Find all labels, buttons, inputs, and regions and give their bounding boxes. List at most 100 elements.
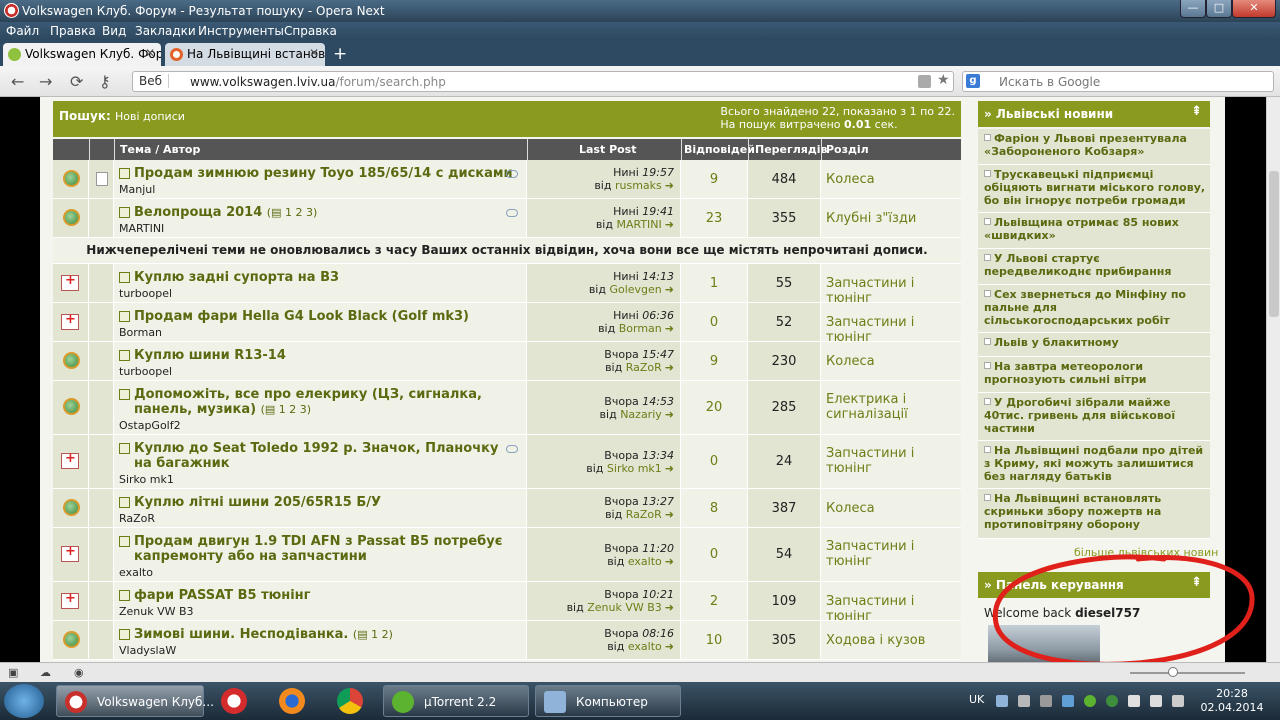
news-link[interactable]: На Львівщині встановлять скриньки збору …: [984, 492, 1161, 531]
last-poster-link[interactable]: rusmaks: [615, 179, 662, 192]
new-tab-button[interactable]: +: [333, 44, 347, 64]
col-views[interactable]: Переглядів: [755, 143, 827, 156]
url-text[interactable]: www.volkswagen.lviv.ua/forum/search.php: [190, 75, 446, 89]
menu-view[interactable]: Вид: [102, 24, 126, 38]
minimize-button[interactable]: —: [1180, 0, 1206, 18]
last-poster-link[interactable]: Zenuk VW B3: [587, 601, 662, 614]
topic-title-link[interactable]: Продам зимнюю резину Toyo 185/65/14 с ди…: [134, 166, 513, 181]
more-news-link[interactable]: більше львівських новин: [1074, 546, 1218, 559]
tab-volkswagen-forum[interactable]: Volkswagen Клуб. Фору... ✕: [3, 43, 161, 66]
topic-author[interactable]: Borman: [119, 326, 162, 339]
goto-last-post-icon[interactable]: ➜: [665, 283, 674, 296]
news-item[interactable]: Фаріон у Львові презентувала «Заборонено…: [978, 129, 1210, 165]
speed-dial-icon[interactable]: ◉: [74, 666, 84, 679]
topic-author[interactable]: Manjul: [119, 183, 155, 196]
goto-last-post-icon[interactable]: ➜: [665, 218, 674, 231]
topic-title-link[interactable]: Куплю до Seat Toledo 1992 р. Значок, Пла…: [134, 441, 498, 471]
section-link[interactable]: Запчастини і тюнінг: [826, 276, 957, 306]
tray-icon[interactable]: [1040, 695, 1052, 707]
network-icon[interactable]: [1172, 695, 1184, 707]
section-link[interactable]: Колеса: [826, 172, 957, 187]
close-tab-icon[interactable]: ✕: [309, 46, 319, 60]
menu-help[interactable]: Справка: [284, 24, 337, 38]
news-link[interactable]: Трускавецькі підприємці обіцяють вигнати…: [984, 168, 1205, 207]
zoom-slider[interactable]: [1130, 672, 1245, 674]
topic-title-link[interactable]: Продам фари Hella G4 Look Black (Golf mk…: [134, 309, 469, 324]
news-item[interactable]: Сех звернеться до Мінфіну по пальне для …: [978, 285, 1210, 333]
back-arrow-icon[interactable]: ←: [11, 72, 24, 91]
reply-count[interactable]: 9: [681, 172, 747, 187]
rss-icon[interactable]: [918, 75, 931, 88]
reply-count[interactable]: 0: [681, 454, 747, 469]
last-poster-link[interactable]: Nazariy: [620, 408, 662, 421]
goto-last-post-icon[interactable]: ➜: [665, 601, 674, 614]
goto-last-post-icon[interactable]: ➜: [665, 179, 674, 192]
news-item[interactable]: У Дрогобичі зібрали майже 40тис. гривень…: [978, 393, 1210, 441]
tray-icon[interactable]: [1062, 695, 1074, 707]
zoom-slider-thumb[interactable]: [1168, 667, 1178, 677]
topic-author[interactable]: turboopel: [119, 365, 172, 378]
username[interactable]: diesel757: [1075, 606, 1140, 620]
reply-count[interactable]: 10: [681, 633, 747, 648]
taskbar-item-utorrent[interactable]: µTorrent 2.2: [383, 685, 529, 717]
utorrent-tray-icon[interactable]: [1084, 695, 1096, 707]
reply-count[interactable]: 2: [681, 594, 747, 609]
news-link[interactable]: Фаріон у Львові презентувала «Заборонено…: [984, 132, 1187, 158]
menu-file[interactable]: Файл: [6, 24, 39, 38]
news-link[interactable]: У Дрогобичі зібрали майже 40тис. гривень…: [984, 396, 1175, 435]
forward-arrow-icon[interactable]: →: [39, 72, 52, 91]
cloud-icon[interactable]: ☁: [40, 666, 51, 679]
reply-count[interactable]: 1: [681, 276, 747, 291]
news-link[interactable]: Сех звернеться до Мінфіну по пальне для …: [984, 288, 1186, 327]
news-item[interactable]: У Львові стартує передвеликоднє прибиран…: [978, 249, 1210, 285]
taskbar-item-computer[interactable]: Компьютер: [535, 685, 681, 717]
topic-author[interactable]: OstapGolf2: [119, 419, 181, 432]
topic-author[interactable]: exalto: [119, 566, 153, 579]
address-field[interactable]: Веб www.volkswagen.lviv.ua/forum/search.…: [132, 71, 954, 92]
collapse-toggle-icon[interactable]: ⇞: [1191, 104, 1202, 119]
section-link[interactable]: Ходова і кузов: [826, 633, 957, 648]
topic-author[interactable]: turboopel: [119, 287, 172, 300]
news-item[interactable]: Львівщина отримає 85 нових «швидких»: [978, 213, 1210, 249]
col-section[interactable]: Розділ: [826, 143, 869, 156]
menu-tools[interactable]: Инструменты: [198, 24, 284, 38]
reply-count[interactable]: 9: [681, 354, 747, 369]
last-poster-link[interactable]: RaZoR: [626, 361, 662, 374]
last-poster-link[interactable]: Golevgen: [609, 283, 661, 296]
tray-icon[interactable]: [996, 695, 1008, 707]
topic-pages[interactable]: (▤ 1 2 3): [267, 206, 318, 219]
firefox-icon[interactable]: [279, 688, 305, 714]
tab-news[interactable]: На Львівщині встанов... ✕: [165, 43, 325, 66]
topic-pages[interactable]: (▤ 1 2 3): [261, 403, 312, 416]
news-link[interactable]: На завтра метеорологи прогнозують сильні…: [984, 360, 1146, 386]
bookmark-star-icon[interactable]: ★: [937, 72, 950, 88]
goto-last-post-icon[interactable]: ➜: [665, 555, 674, 568]
topic-title-link[interactable]: Куплю літні шини 205/65R15 Б/У: [134, 495, 381, 510]
section-link[interactable]: Запчастини і тюнінг: [826, 594, 957, 624]
topic-author[interactable]: Zenuk VW B3: [119, 605, 194, 618]
news-item[interactable]: На Львівщині подбали про дітей з Криму, …: [978, 441, 1210, 489]
menu-bookmarks[interactable]: Закладки: [135, 24, 196, 38]
section-link[interactable]: Електрика і сигналізації: [826, 392, 957, 422]
topic-author[interactable]: MARTINI: [119, 222, 164, 235]
topic-title-link[interactable]: Велопроща 2014: [134, 205, 262, 220]
tray-icon[interactable]: [1128, 695, 1140, 707]
goto-last-post-icon[interactable]: ➜: [665, 462, 674, 475]
collapse-toggle-icon[interactable]: ⇞: [1191, 575, 1202, 590]
reply-count[interactable]: 23: [681, 211, 747, 226]
reply-count[interactable]: 0: [681, 315, 747, 330]
close-tab-icon[interactable]: ✕: [145, 46, 155, 60]
news-link[interactable]: Львів у блакитному: [994, 336, 1119, 349]
pages-links[interactable]: 1 2 3: [279, 403, 307, 416]
web-badge[interactable]: Веб: [139, 74, 170, 88]
topic-pages[interactable]: (▤ 1 2): [353, 628, 393, 641]
news-item[interactable]: На завтра метеорологи прогнозують сильні…: [978, 357, 1210, 393]
goto-last-post-icon[interactable]: ➜: [665, 640, 674, 653]
last-poster-link[interactable]: Borman: [619, 322, 662, 335]
section-link[interactable]: Запчастини і тюнінг: [826, 539, 957, 569]
section-link[interactable]: Запчастини і тюнінг: [826, 315, 957, 345]
news-item[interactable]: На Львівщині встановлять скриньки збору …: [978, 489, 1210, 539]
goto-last-post-icon[interactable]: ➜: [665, 361, 674, 374]
topic-title-link[interactable]: Продам двигун 1.9 TDI AFN з Passat B5 по…: [134, 534, 502, 564]
tray-icon[interactable]: [1106, 695, 1118, 707]
